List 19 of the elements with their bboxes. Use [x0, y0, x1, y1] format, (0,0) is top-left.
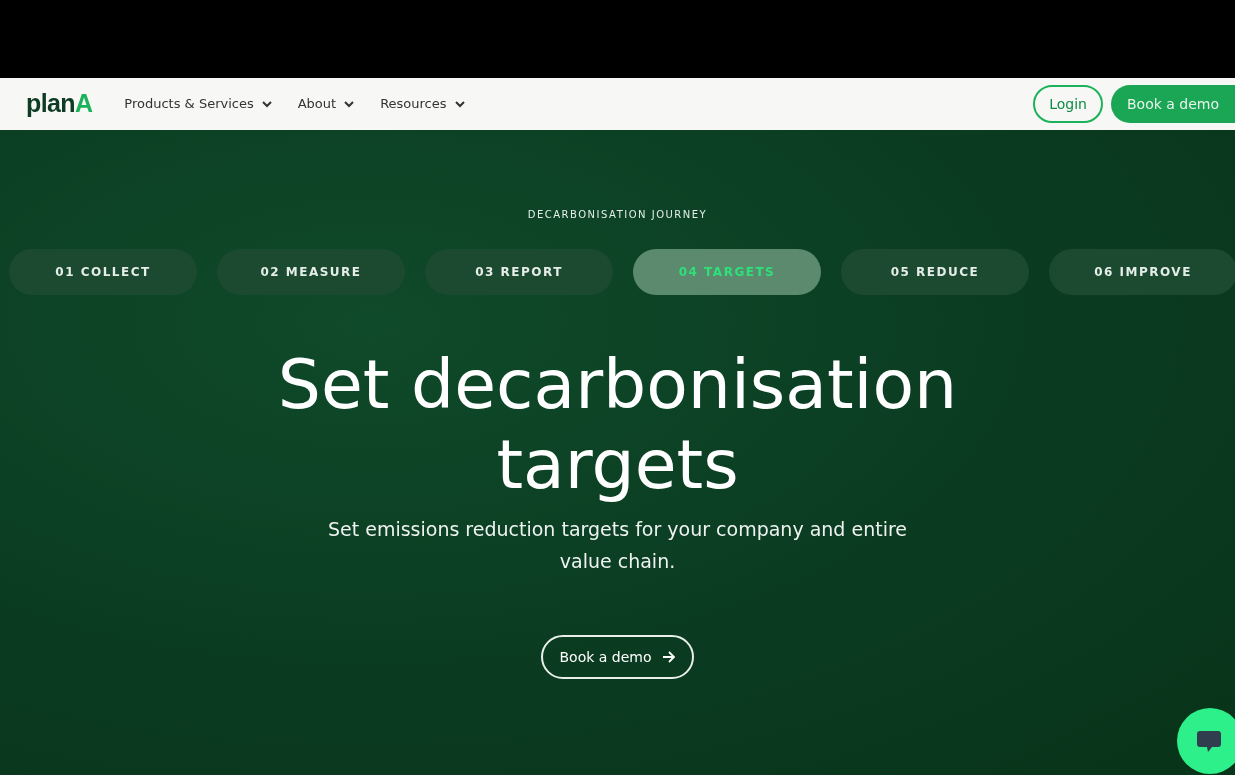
chevron-down-icon	[454, 100, 465, 108]
hero-subtitle: Set emissions reduction targets for your company and entire value chain.	[326, 517, 908, 574]
logo[interactable]: planA	[26, 85, 93, 123]
arrow-right-icon	[661, 651, 676, 663]
chevron-down-icon	[344, 100, 355, 108]
chevron-down-icon	[261, 100, 272, 108]
login-button[interactable]: Login	[1033, 85, 1103, 123]
step-tab[interactable]: 01 COLLECT	[9, 249, 197, 295]
book-demo-button[interactable]: Book a demo	[541, 635, 694, 679]
step-tab[interactable]: 02 MEASURE	[217, 249, 405, 295]
nav-menu[interactable]: About	[297, 94, 355, 114]
chat-button[interactable]	[1177, 708, 1235, 774]
step-tab[interactable]: 03 REPORT	[425, 249, 613, 295]
nav-menu[interactable]: Products & Services	[124, 94, 272, 114]
step-tab[interactable]: 06 IMPROVE	[1049, 249, 1235, 295]
step-tab[interactable]: 05 REDUCE	[841, 249, 1029, 295]
hero-title: Set decarbonisation targets	[276, 345, 959, 505]
eyebrow-label: DECARBONISATION JOURNEY	[527, 208, 708, 222]
nav-menu[interactable]: Resources	[380, 94, 465, 114]
